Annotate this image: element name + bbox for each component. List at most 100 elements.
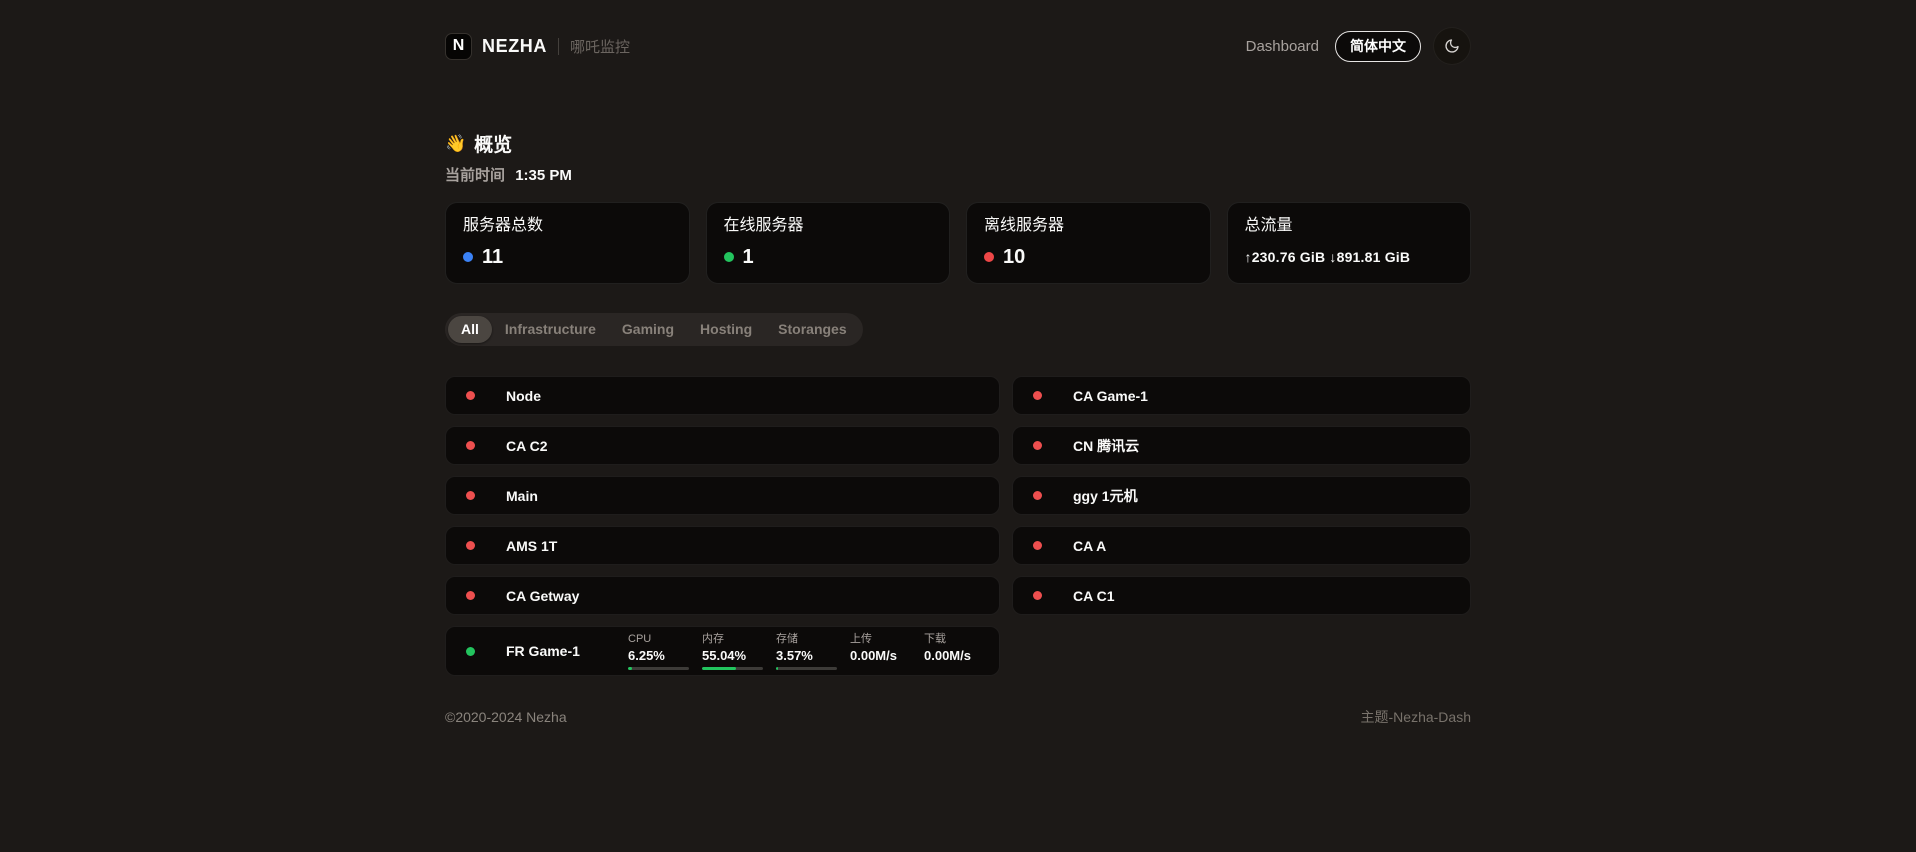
memory-progress-bar	[702, 667, 763, 670]
stat-card-value-row: 10	[984, 245, 1193, 269]
offline-status-dot	[466, 391, 475, 400]
server-row[interactable]: CA A	[1012, 526, 1471, 565]
offline-status-dot	[466, 591, 475, 600]
stat-card-title: 在线服务器	[724, 216, 933, 236]
storage-progress-fill	[776, 667, 778, 670]
server-stat-upload: 上传 0.00M/s	[850, 633, 911, 664]
brand[interactable]: N NEZHA 哪吒监控	[445, 33, 630, 60]
nezha-logo-icon: N	[445, 33, 472, 60]
stat-card-traffic[interactable]: 总流量 ↑230.76 GiB ↓891.81 GiB	[1227, 202, 1472, 284]
language-button[interactable]: 简体中文	[1335, 31, 1421, 62]
server-stat-label: 存储	[776, 633, 837, 646]
server-row[interactable]: CN 腾讯云	[1012, 426, 1471, 465]
server-name: CA C2	[506, 438, 628, 454]
server-stat-cpu: CPU6.25%	[628, 633, 689, 670]
stat-card-value: 1	[743, 245, 754, 269]
server-row[interactable]: AMS 1T	[445, 526, 1000, 565]
dashboard-link[interactable]: Dashboard	[1246, 38, 1319, 55]
header: N NEZHA 哪吒监控 Dashboard 简体中文	[445, 0, 1471, 67]
server-stat-label: CPU	[628, 633, 689, 646]
tab-infrastructure[interactable]: Infrastructure	[492, 316, 609, 343]
offline-status-dot	[1033, 491, 1042, 500]
server-stat-value: 3.57%	[776, 648, 837, 664]
server-stat-label: 上传	[850, 633, 911, 646]
offline-status-dot	[466, 541, 475, 550]
online-status-dot	[466, 647, 475, 656]
server-name: ggy 1元机	[1073, 486, 1195, 506]
brand-divider	[558, 38, 559, 55]
page-container: N NEZHA 哪吒监控 Dashboard 简体中文 👋 概览 当前时间 1:…	[445, 0, 1471, 727]
stat-card-value-row: 1	[724, 245, 933, 269]
header-actions: Dashboard 简体中文	[1246, 27, 1471, 65]
server-stat-value: 55.04%	[702, 648, 763, 664]
storage-progress-bar	[776, 667, 837, 670]
server-name: AMS 1T	[506, 538, 628, 554]
overview-title-text: 概览	[474, 130, 512, 157]
server-row[interactable]: Node	[445, 376, 1000, 415]
server-stat-storage: 存储 3.57%	[776, 633, 837, 670]
offline-status-dot	[466, 441, 475, 450]
server-stat-value: 0.00M/s	[850, 648, 911, 664]
stat-card-traffic-value: ↑230.76 GiB ↓891.81 GiB	[1245, 249, 1411, 265]
stat-card-value: 10	[1003, 245, 1025, 269]
copyright-text: ©2020-2024 Nezha	[445, 709, 567, 725]
server-row[interactable]: CA C2	[445, 426, 1000, 465]
cpu-progress-fill	[628, 667, 632, 670]
brand-name: NEZHA	[482, 36, 547, 57]
memory-progress-fill	[702, 667, 736, 670]
wave-emoji: 👋	[445, 134, 466, 154]
theme-toggle-button[interactable]	[1433, 27, 1471, 65]
server-name: CA C1	[1073, 588, 1195, 604]
server-row[interactable]: CA Game-1	[1012, 376, 1471, 415]
server-stat-memory: 内存 55.04%	[702, 633, 763, 670]
server-name: CA Game-1	[1073, 388, 1195, 404]
offline-status-dot	[466, 491, 475, 500]
stat-card-value: 11	[482, 245, 503, 269]
stat-card-value-row: 11	[463, 245, 672, 269]
stat-card-online[interactable]: 在线服务器 1	[706, 202, 951, 284]
server-row[interactable]: FR Game-1CPU6.25% 内存 55.04% 存储 3.57% 上传 0.00M/…	[445, 626, 1000, 676]
stat-card-title: 总流量	[1245, 216, 1454, 236]
stat-card-title: 服务器总数	[463, 216, 672, 236]
server-stat-value: 0.00M/s	[924, 648, 985, 664]
page-title: 👋 概览	[445, 130, 1471, 157]
server-name: Main	[506, 488, 628, 504]
offline-status-dot	[1033, 591, 1042, 600]
offline-status-dot	[1033, 441, 1042, 450]
server-row[interactable]: ggy 1元机	[1012, 476, 1471, 515]
server-name: CN 腾讯云	[1073, 436, 1195, 456]
current-time-value: 1:35 PM	[515, 167, 572, 184]
offline-status-dot	[984, 252, 994, 262]
tab-all[interactable]: All	[448, 316, 492, 343]
offline-status-dot	[1033, 391, 1042, 400]
stat-card-offline[interactable]: 离线服务器 10	[966, 202, 1211, 284]
theme-credit-link[interactable]: 主题-Nezha-Dash	[1361, 707, 1471, 727]
server-row[interactable]: Main	[445, 476, 1000, 515]
server-stat-label: 下载	[924, 633, 985, 646]
server-name: CA A	[1073, 538, 1195, 554]
cpu-progress-bar	[628, 667, 689, 670]
online-status-dot	[724, 252, 734, 262]
server-stats: CPU6.25% 内存 55.04% 存储 3.57% 上传 0.00M/s 下载 0.00M/…	[628, 633, 985, 670]
tab-hosting[interactable]: Hosting	[687, 316, 765, 343]
moon-icon	[1444, 38, 1460, 54]
stat-card-value-row: ↑230.76 GiB ↓891.81 GiB	[1245, 249, 1454, 265]
server-row[interactable]: CA Getway	[445, 576, 1000, 615]
server-stat-label: 内存	[702, 633, 763, 646]
stat-card-total[interactable]: 服务器总数 11	[445, 202, 690, 284]
server-name: FR Game-1	[506, 643, 628, 659]
footer: ©2020-2024 Nezha 主题-Nezha-Dash	[445, 707, 1471, 727]
offline-status-dot	[1033, 541, 1042, 550]
server-name: CA Getway	[506, 588, 628, 604]
server-list: Node CA Game-1 CA C2 CN 腾讯云 Main ggy 1元机 AMS 1…	[445, 376, 1471, 676]
server-stat-download: 下载 0.00M/s	[924, 633, 985, 664]
current-time-label: 当前时间	[445, 167, 505, 184]
group-tabs: AllInfrastructureGamingHostingStoranges	[445, 313, 863, 346]
server-row[interactable]: CA C1	[1012, 576, 1471, 615]
tab-gaming[interactable]: Gaming	[609, 316, 687, 343]
brand-subtitle: 哪吒监控	[570, 36, 630, 57]
server-name: Node	[506, 388, 628, 404]
stat-card-title: 离线服务器	[984, 216, 1193, 236]
stats-grid: 服务器总数 11 在线服务器 1 离线服务器 10 总流量 ↑230.76 GiB ↓891.…	[445, 202, 1471, 284]
tab-storanges[interactable]: Storanges	[765, 316, 859, 343]
